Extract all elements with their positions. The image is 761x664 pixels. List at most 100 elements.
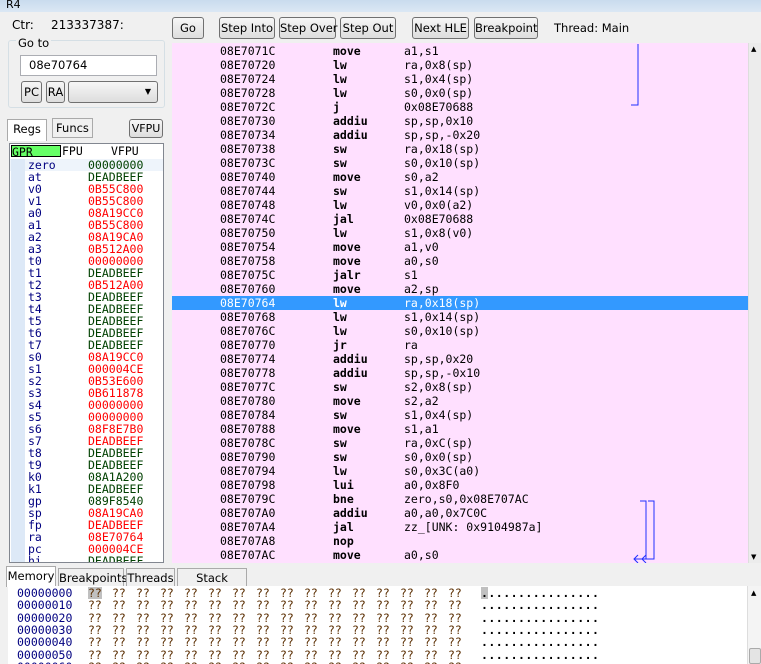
memory-byte[interactable]: ?? [352, 649, 366, 661]
memory-byte[interactable]: ?? [400, 587, 414, 599]
memory-byte[interactable]: ?? [280, 624, 294, 636]
memory-byte[interactable]: ?? [136, 636, 150, 648]
memory-byte[interactable]: ?? [112, 612, 126, 624]
scroll-up-icon[interactable]: ▲ [751, 45, 756, 53]
tab-threads[interactable]: Threads [126, 568, 175, 587]
memory-byte[interactable]: ?? [160, 587, 174, 599]
memory-byte[interactable]: ?? [304, 649, 318, 661]
memory-byte[interactable]: ?? [88, 587, 102, 599]
pc-button[interactable]: PC [21, 81, 42, 103]
next-hle-button[interactable]: Next HLE [412, 17, 469, 39]
memory-byte[interactable]: ?? [112, 587, 126, 599]
memory-byte[interactable]: ?? [424, 636, 438, 648]
memory-byte[interactable]: ?? [376, 599, 390, 611]
memory-byte[interactable]: ?? [136, 649, 150, 661]
goto-input[interactable]: 08e70764 [20, 55, 157, 76]
memory-byte[interactable]: ?? [208, 612, 222, 624]
memory-byte[interactable]: ?? [208, 649, 222, 661]
memory-byte[interactable]: ?? [88, 599, 102, 611]
go-button[interactable]: Go [172, 17, 204, 39]
memory-byte[interactable]: ?? [400, 599, 414, 611]
memory-byte[interactable]: ?? [208, 636, 222, 648]
tab-fpu[interactable]: FPU [62, 145, 83, 157]
memory-byte[interactable]: ?? [352, 587, 366, 599]
memory-byte[interactable]: ?? [448, 624, 462, 636]
memory-byte[interactable]: ?? [112, 636, 126, 648]
memory-byte[interactable]: ?? [88, 636, 102, 648]
memory-byte[interactable]: ?? [304, 636, 318, 648]
memory-byte[interactable]: ?? [424, 624, 438, 636]
memory-byte[interactable]: ?? [160, 599, 174, 611]
memory-byte[interactable]: ?? [88, 624, 102, 636]
memory-byte[interactable]: ?? [280, 599, 294, 611]
memory-byte[interactable]: ?? [376, 636, 390, 648]
memory-byte[interactable]: ?? [112, 624, 126, 636]
disassembly-view[interactable]: 08E7071C move a1,s1 08E70720 lw ra,0x8(sp) 08E… [172, 43, 748, 563]
step-over-button[interactable]: Step Over [279, 17, 338, 39]
memory-byte[interactable]: ?? [184, 649, 198, 661]
memory-byte[interactable]: ?? [400, 624, 414, 636]
memory-byte[interactable]: ?? [280, 649, 294, 661]
memory-byte[interactable]: ?? [352, 636, 366, 648]
memory-byte[interactable]: ?? [160, 612, 174, 624]
tab-gpr[interactable]: GPR [11, 145, 61, 158]
memory-byte[interactable]: ?? [256, 649, 270, 661]
memory-byte[interactable]: ?? [352, 599, 366, 611]
memory-byte[interactable]: ?? [256, 587, 270, 599]
memory-byte[interactable]: ?? [448, 612, 462, 624]
memory-byte[interactable]: ?? [376, 587, 390, 599]
memory-byte[interactable]: ?? [136, 587, 150, 599]
memory-byte[interactable]: ?? [448, 599, 462, 611]
tab-breakpoints[interactable]: Breakpoints [58, 568, 127, 587]
memory-byte[interactable]: ?? [112, 649, 126, 661]
memory-byte[interactable]: ?? [328, 636, 342, 648]
memory-byte[interactable]: ?? [376, 649, 390, 661]
memory-byte[interactable]: ?? [88, 612, 102, 624]
memory-byte[interactable]: ?? [304, 599, 318, 611]
memory-byte[interactable]: ?? [256, 612, 270, 624]
memory-byte[interactable]: ?? [232, 612, 246, 624]
memory-byte[interactable]: ?? [232, 624, 246, 636]
tab-regs[interactable]: Regs [7, 119, 47, 141]
memory-byte[interactable]: ?? [208, 587, 222, 599]
ra-button[interactable]: RA [46, 81, 65, 103]
tab-memory[interactable]: Memory [6, 566, 56, 587]
register-row[interactable]: hi DEADBEEF [10, 555, 163, 562]
memory-view[interactable]: 00000000????????????????????????????????… [8, 586, 761, 664]
memory-byte[interactable]: ?? [184, 587, 198, 599]
step-out-button[interactable]: Step Out [340, 17, 396, 39]
memory-byte[interactable]: ?? [328, 624, 342, 636]
tab-stack-frames[interactable]: Stack frames [177, 568, 247, 603]
memory-byte[interactable]: ?? [184, 599, 198, 611]
memory-byte[interactable]: ?? [400, 612, 414, 624]
memory-byte[interactable]: ?? [232, 587, 246, 599]
memory-byte[interactable]: ?? [376, 612, 390, 624]
memory-byte[interactable]: ?? [400, 649, 414, 661]
goto-dropdown[interactable]: ▼ [68, 81, 158, 103]
memory-scrollbar[interactable]: ▲ [747, 586, 761, 664]
memory-byte[interactable]: ?? [400, 636, 414, 648]
memory-byte[interactable]: ?? [352, 624, 366, 636]
memory-byte[interactable]: ?? [328, 599, 342, 611]
memory-byte[interactable]: ?? [328, 587, 342, 599]
memory-byte[interactable]: ?? [184, 612, 198, 624]
memory-byte[interactable]: ?? [280, 636, 294, 648]
memory-byte[interactable]: ?? [160, 649, 174, 661]
memory-byte[interactable]: ?? [208, 624, 222, 636]
scroll-up-icon[interactable]: ▲ [751, 589, 756, 597]
memory-byte[interactable]: ?? [184, 624, 198, 636]
memory-byte[interactable]: ?? [448, 649, 462, 661]
memory-byte[interactable]: ?? [376, 624, 390, 636]
memory-byte[interactable]: ?? [280, 587, 294, 599]
memory-byte[interactable]: ?? [424, 587, 438, 599]
memory-byte[interactable]: ?? [208, 599, 222, 611]
memory-byte[interactable]: ?? [448, 587, 462, 599]
memory-byte[interactable]: ?? [160, 636, 174, 648]
memory-byte[interactable]: ?? [256, 636, 270, 648]
memory-byte[interactable]: ?? [304, 612, 318, 624]
tab-vfpu-regs[interactable]: VFPU [111, 145, 139, 157]
memory-byte[interactable]: ?? [136, 599, 150, 611]
memory-byte[interactable]: ?? [280, 612, 294, 624]
memory-byte[interactable]: ?? [88, 649, 102, 661]
breakpoint-button[interactable]: Breakpoint [474, 17, 538, 39]
